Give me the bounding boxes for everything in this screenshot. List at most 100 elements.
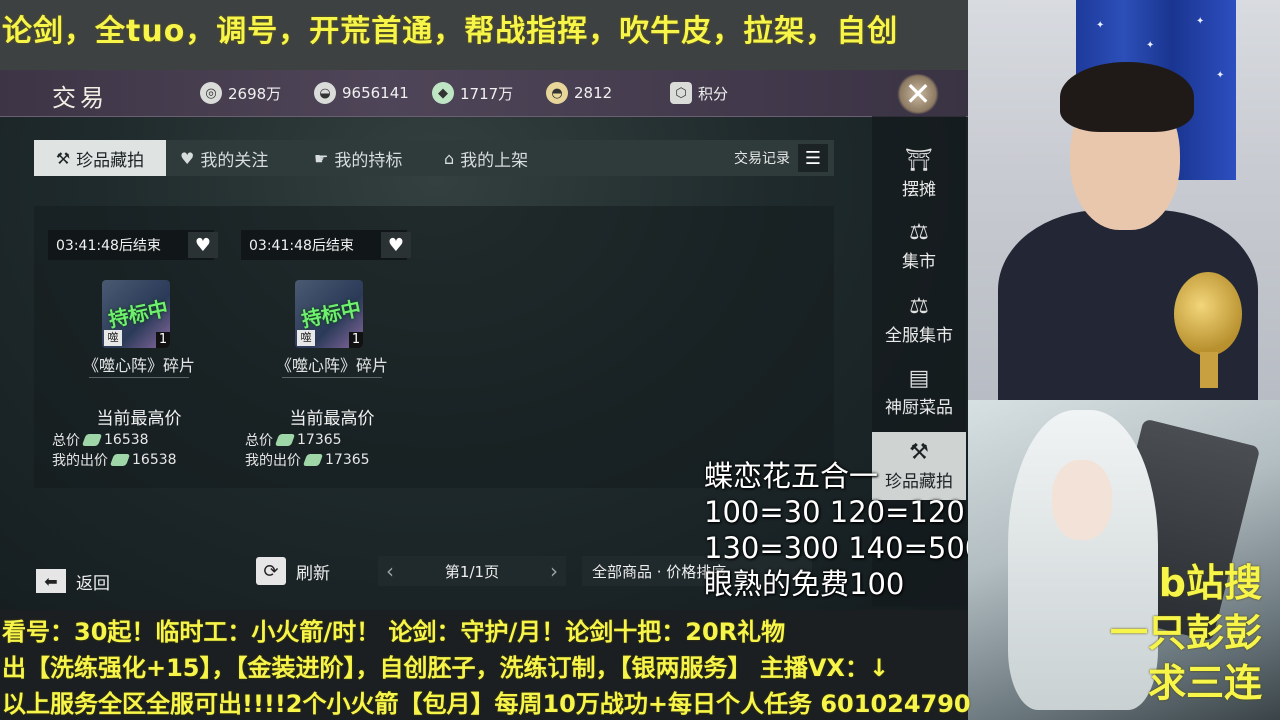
tab-treasure-auction[interactable]: ⚒ 珍品藏拍 [34, 140, 166, 176]
tab-my-listings[interactable]: ⌂ 我的上架 [444, 140, 528, 176]
currency-value: 2812 [574, 84, 613, 102]
jade-icon [274, 434, 296, 446]
bid-hand-icon: ☛ [314, 148, 329, 168]
next-page-icon[interactable]: › [550, 559, 558, 583]
my-bid-row: 我的出价 16538 [52, 450, 177, 470]
caption-line: b站搜 [1158, 561, 1262, 605]
points-icon: ⬡ [670, 82, 692, 104]
refresh-icon: ⟳ [256, 557, 286, 585]
overlay-line: 蝶恋花五合一 [704, 459, 879, 493]
currency-jade: ◆ 1717万 [432, 80, 513, 106]
refresh-button[interactable]: ⟳ 刷新 [256, 556, 330, 586]
tab-my-watchlist[interactable]: ♥ 我的关注 [180, 140, 268, 176]
caption-line: 一只彭彭 [1109, 611, 1262, 655]
stream-ticker: 看号：30起！临时工：小火箭/时！ 论剑：守护/月！论剑十把：20R礼物 出【洗… [0, 610, 971, 720]
points-button[interactable]: ⬡ 积分 [670, 80, 728, 106]
favorite-heart-icon[interactable]: ♥ [188, 232, 218, 258]
stream-banner: 论剑，全tuo，调号，开荒首通，帮战指挥，吹牛皮，拉架，自创 [0, 0, 968, 70]
trade-record-label: 交易记录 [734, 151, 790, 167]
sidebar-item-label: 全服集市 [885, 326, 953, 346]
tab-label: 我的关注 [200, 150, 269, 171]
currency-value: 1717万 [460, 84, 514, 103]
sidebar-item-global-market[interactable]: ⚖ 全服集市 [872, 286, 966, 354]
artwork-caption: b站搜 一只彭彭 求三连 [1110, 558, 1262, 708]
refresh-label: 刷新 [296, 563, 330, 584]
total-price-row: 总价 16538 [52, 430, 149, 450]
tab-label: 我的上架 [460, 150, 529, 171]
my-bid-value: 16538 [132, 452, 177, 468]
streamer-hair [1060, 62, 1194, 132]
my-bid-label: 我的出价 [52, 453, 108, 469]
item-name: 《噬心阵》碎片 [275, 356, 388, 375]
copper-coin-icon: ◎ [200, 82, 222, 104]
auction-card[interactable]: 03:41:48后结束 ♥ 持标中 噬 1 《噬心阵》碎片 当前最高价 总价 1… [34, 230, 218, 480]
item-icon: 持标中 噬 1 [295, 280, 363, 348]
currency-value: 2698万 [228, 84, 282, 103]
total-price-value: 16538 [104, 432, 149, 448]
total-price-label: 总价 [52, 433, 80, 449]
favorite-heart-icon[interactable]: ♥ [381, 232, 411, 258]
divider [282, 377, 382, 378]
tab-label: 珍品藏拍 [76, 150, 145, 171]
my-bid-value: 17365 [325, 452, 370, 468]
character-artwork: b站搜 一只彭彭 求三连 [968, 400, 1280, 720]
overlay-line: 130=300 140=500 [704, 531, 984, 565]
artwork-face [1052, 460, 1112, 540]
divider [89, 377, 189, 378]
total-price-value: 17365 [297, 432, 342, 448]
jade-icon [81, 434, 103, 446]
currency-copper: ◎ 2698万 [200, 80, 281, 106]
microphone [1174, 272, 1242, 356]
banner-text: 论剑，全tuo，调号，开荒首通，帮战指挥，吹牛皮，拉架，自创 [2, 14, 899, 49]
total-price-row: 总价 17365 [245, 430, 342, 450]
sidebar-item-chef-dishes[interactable]: ▤ 神厨菜品 [872, 358, 966, 426]
total-price-label: 总价 [245, 433, 273, 449]
close-button[interactable]: ✕ [896, 74, 940, 114]
overlay-line: 眼熟的免费100 [704, 567, 905, 601]
jade-icon: ◆ [432, 82, 454, 104]
pagination: ‹ 第1/1页 › [378, 556, 566, 586]
item-icon: 持标中 噬 1 [102, 280, 170, 348]
my-bid-label: 我的出价 [245, 453, 301, 469]
currency-gold: ◓ 2812 [546, 80, 612, 106]
sidebar-item-label: 摆摊 [902, 180, 936, 200]
item-name: 《噬心阵》碎片 [82, 356, 195, 375]
tab-bar: ⚒ 珍品藏拍 ♥ 我的关注 ☛ 我的持标 ⌂ 我的上架 交易记录 ☰ [34, 140, 834, 176]
caption-line: 求三连 [1147, 661, 1262, 705]
bidding-stamp: 持标中 [299, 295, 363, 332]
sidebar-item-market[interactable]: ⚖ 集市 [872, 212, 966, 280]
back-arrow-icon: ⬅ [36, 569, 66, 593]
scale-icon: ⚖ [909, 220, 929, 245]
scale-icon: ⚖ [909, 294, 929, 319]
stream-price-overlay: 蝶恋花五合一 100=30 120=120 130=300 140=500 眼熟… [704, 458, 983, 602]
page-indicator: 第1/1页 [444, 562, 500, 581]
item-corner-char: 噬 [104, 330, 122, 346]
points-label: 积分 [698, 84, 729, 103]
microphone-stand [1200, 352, 1218, 388]
sidebar-item-stall[interactable]: ⛩ 摆摊 [872, 140, 966, 208]
listing-icon: ⌂ [444, 148, 455, 168]
list-icon: ☰ [798, 144, 828, 172]
title-bar: 交易 ◎ 2698万 ◒ 9656141 ◆ 1717万 ◓ 2812 ⬡ 积分… [0, 70, 968, 117]
dish-icon: ▤ [908, 366, 930, 391]
back-button[interactable]: ⬅ 返回 [36, 566, 110, 596]
tab-label: 我的持标 [334, 150, 403, 171]
jade-icon [302, 454, 324, 466]
sidebar-item-label: 神厨菜品 [885, 398, 953, 418]
close-icon: ✕ [904, 75, 932, 113]
trade-record-button[interactable]: 交易记录 ☰ [734, 144, 828, 172]
currency-value: 9656141 [342, 84, 409, 102]
current-highest-price-label: 当前最高价 [289, 409, 375, 429]
tab-my-bids[interactable]: ☛ 我的持标 [314, 140, 402, 176]
auction-list: 03:41:48后结束 ♥ 持标中 噬 1 《噬心阵》碎片 当前最高价 总价 1… [34, 206, 834, 488]
ticker-line: 看号：30起！临时工：小火箭/时！ 论剑：守护/月！论剑十把：20R礼物 [2, 618, 786, 646]
item-quantity: 1 [349, 332, 363, 348]
item-quantity: 1 [156, 332, 170, 348]
sidebar-item-label: 集市 [902, 252, 936, 272]
ticker-line: 以上服务全区全服可出!!!!2个小火箭【包月】每周10万战功+每日个人任务 60… [2, 690, 971, 718]
overlay-line: 100=30 120=120 [704, 495, 965, 529]
current-highest-price-label: 当前最高价 [96, 409, 182, 429]
silver-ingot-icon: ◒ [314, 82, 336, 104]
auction-card[interactable]: 03:41:48后结束 ♥ 持标中 噬 1 《噬心阵》碎片 当前最高价 总价 1… [227, 230, 411, 480]
prev-page-icon[interactable]: ‹ [386, 559, 394, 583]
